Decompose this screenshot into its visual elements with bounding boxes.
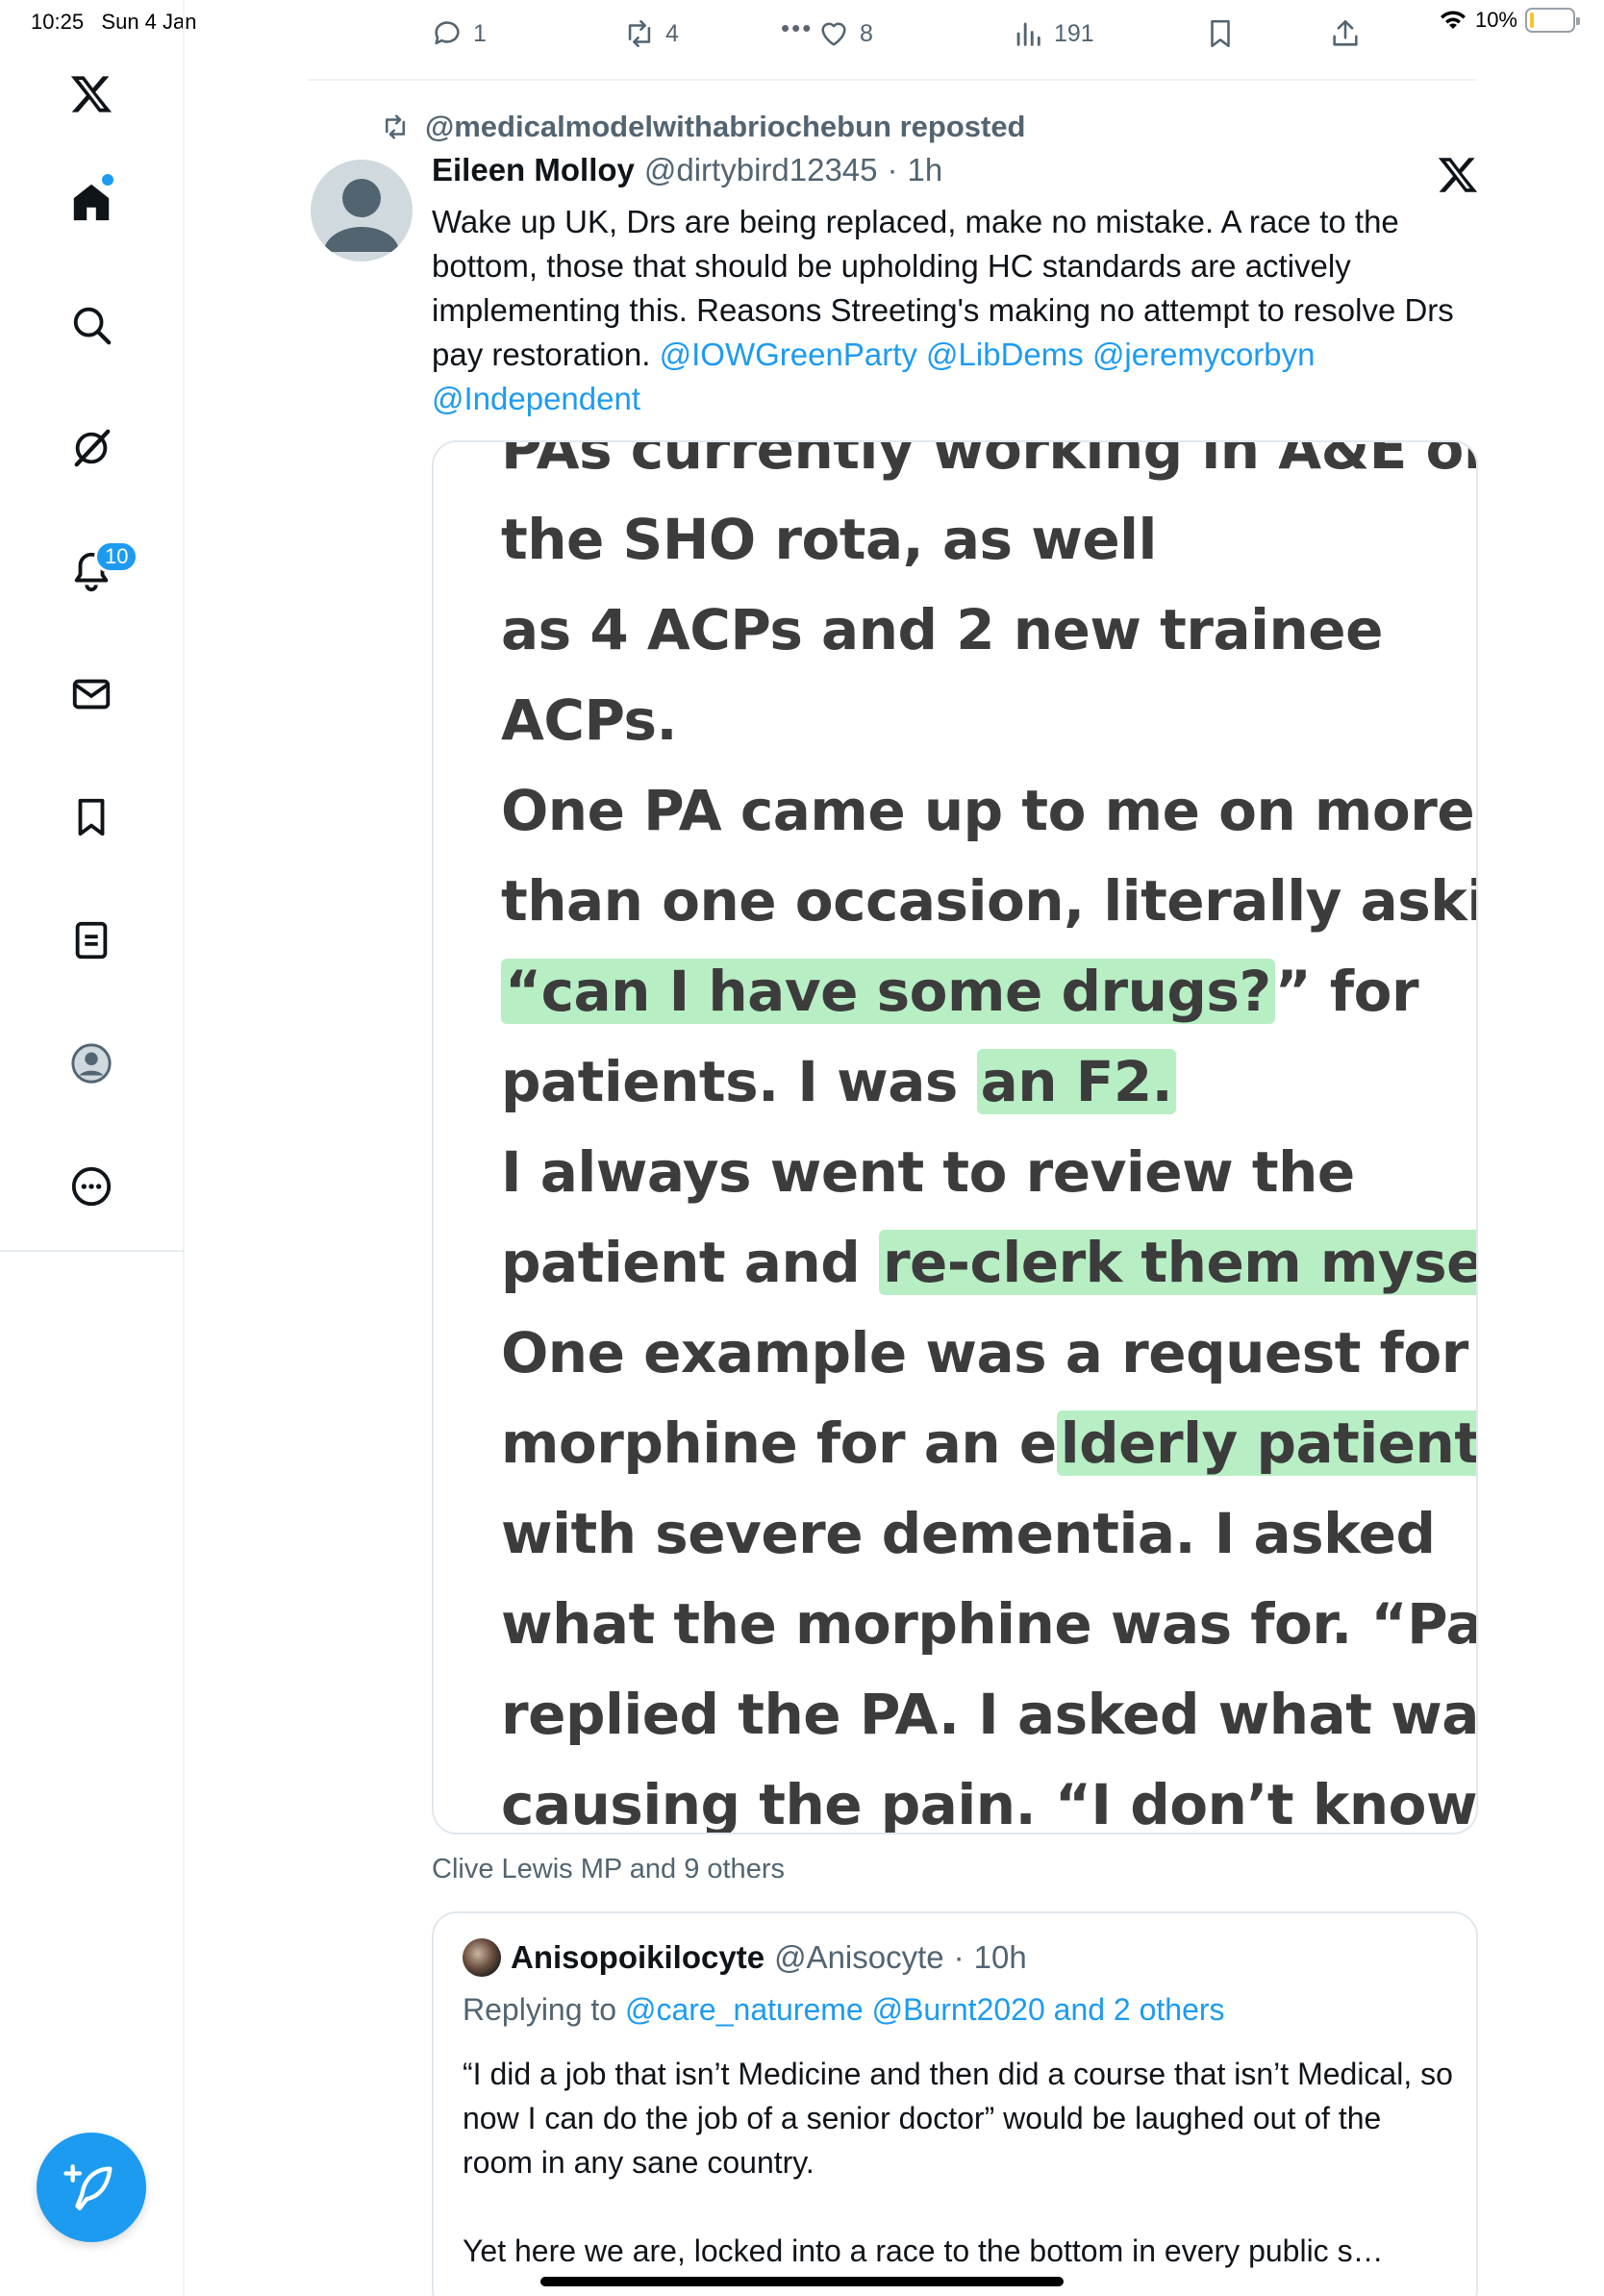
previous-tweet-action-bar: 1 4 8 191 [308,0,1477,81]
like-button[interactable]: 8 [817,17,873,50]
views-chart-icon [1016,22,1040,46]
mention-link[interactable]: @jeremycorbyn [1092,337,1316,372]
sidebar: 10 [0,0,185,2296]
media-line-highlighted: “can I have some drugs?” for [501,946,1463,1036]
lists-icon[interactable] [61,910,122,971]
mention-link[interactable]: @Independent [432,381,640,416]
tweet-author-row: Eileen Molloy @dirtybird12345 · 1h [432,152,942,188]
highlight: “can I have some drugs? [501,959,1275,1024]
quote-time: 10h [973,1939,1027,1975]
tweet-text: Wake up UK, Drs are being replaced, make… [432,200,1470,421]
media-line-highlighted: patients. I was an F2. [501,1036,1463,1127]
share-button[interactable] [1329,17,1362,50]
quote-paragraph: “I did a job that isn’t Medicine and the… [463,2057,1453,2180]
profile-icon[interactable] [61,1033,122,1094]
feather-plus-icon [63,2164,113,2210]
grok-icon[interactable] [61,417,122,479]
home-indicator[interactable] [540,2277,1064,2286]
media-cut-line: PAs currently working in A&E on [501,440,1478,482]
media-line: I always went to review the [501,1139,1355,1205]
repost-icon [628,19,651,48]
search-icon[interactable] [61,294,122,356]
compose-button[interactable] [37,2133,146,2242]
media-line: as 4 ACPs and 2 new trainee [501,597,1383,662]
author-name[interactable]: Eileen Molloy [432,152,635,188]
replying-to: Replying to @care_natureme @Burnt2020 an… [463,1992,1225,2028]
quote-paragraph: Yet here we are, locked into a race to t… [463,2234,1384,2268]
separator-dot: · [887,152,898,187]
repost-count: 4 [665,19,679,47]
quote-author-handle: @Anisocyte [774,1939,944,1975]
replying-targets[interactable]: @care_natureme @Burnt2020 and 2 others [625,1992,1225,2027]
quote-body: “I did a job that isn’t Medicine and the… [463,2052,1453,2296]
views-button[interactable]: 191 [1012,17,1094,50]
sidebar-divider [0,1250,185,1252]
media-text: PAs currently working in A&E on the SHO … [501,440,1478,1834]
liked-by-text[interactable]: Clive Lewis MP and 9 others [432,1854,785,1885]
media-line: than one occasion, literally asking [501,868,1478,934]
repost-attribution[interactable]: @medicalmodelwithabriochebun reposted [381,110,1026,144]
repost-icon [386,114,405,139]
media-line: causing the pain. “I don’t know [501,1772,1478,1834]
author-handle[interactable]: @dirtybird12345 [644,152,878,188]
author-avatar[interactable] [311,160,413,262]
media-line: with severe dementia. I asked [501,1501,1436,1566]
reply-icon [435,21,460,45]
media-line: replied the PA. I asked what was [501,1682,1478,1747]
media-line: ACPs. [501,687,678,753]
reposted-by-text: @medicalmodelwithabriochebun reposted [425,110,1026,143]
like-count: 8 [860,19,873,47]
x-logo-icon [1437,154,1479,196]
home-unread-dot [102,174,113,186]
highlight: re-clerk them myself. [878,1230,1476,1295]
view-count: 191 [1054,19,1094,47]
quote-avatar [463,1938,501,1977]
share-icon [1333,19,1358,46]
media-line: the SHO rota, as well [501,507,1157,572]
notification-badge: 10 [94,540,139,573]
bookmarks-icon[interactable] [61,786,122,848]
replying-prefix: Replying to [463,1992,625,2027]
more-icon[interactable] [61,1156,122,1217]
reply-count: 1 [473,19,487,47]
mention-link[interactable]: @LibDems [926,337,1084,372]
highlight: lderly patient [1056,1410,1476,1476]
battery-percent: 10% [1474,8,1517,32]
default-avatar-icon [324,179,399,252]
tweet-media-image[interactable]: PAs currently working in A&E on the SHO … [432,440,1478,1834]
messages-icon[interactable] [61,663,122,725]
heart-icon [821,22,846,46]
quote-author-row: Anisopoikilocyte @Anisocyte · 10h [463,1938,1027,1977]
separator-dot: · [953,1939,965,1975]
reply-button[interactable]: 1 [431,17,487,50]
media-line: what the morphine was for. “Pain” [501,1591,1478,1657]
media-line: One example was a request for [501,1320,1468,1385]
quote-author-name: Anisopoikilocyte [511,1939,765,1975]
x-logo-icon[interactable] [61,63,122,125]
quoted-tweet[interactable]: Anisopoikilocyte @Anisocyte · 10h Replying… [432,1911,1478,2296]
media-line-highlighted: morphine for an elderly patient [501,1398,1476,1488]
repost-button[interactable]: 4 [623,17,679,50]
tweet-time[interactable]: 1h [908,152,943,188]
mention-link[interactable]: @IOWGreenParty [660,337,917,372]
highlight: an F2. [976,1049,1177,1114]
bookmark-icon [1211,19,1230,48]
bookmark-button[interactable] [1204,17,1237,50]
media-line: One PA came up to me on more [501,778,1475,843]
battery-icon [1525,8,1580,33]
media-line-highlighted: patient and re-clerk them myself. [501,1217,1476,1308]
